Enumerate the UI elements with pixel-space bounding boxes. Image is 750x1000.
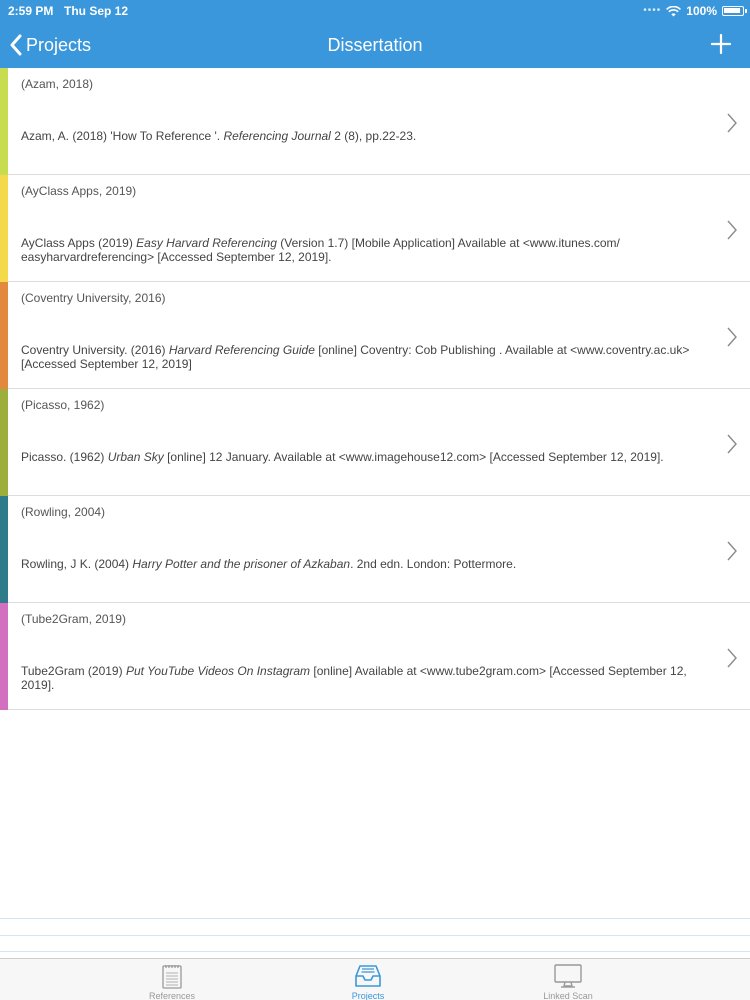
reference-full-citation: Tube2Gram (2019) Put YouTube Videos On I… bbox=[21, 664, 716, 692]
chevron-right-icon bbox=[727, 648, 737, 668]
reference-title: Referencing Journal bbox=[223, 129, 331, 143]
reference-citation-key: (Coventry University, 2016) bbox=[21, 291, 166, 305]
reference-full-citation: AyClass Apps (2019) Easy Harvard Referen… bbox=[21, 236, 716, 264]
status-time: 2:59 PM bbox=[8, 4, 54, 18]
reference-text: Azam, A. (2018) 'How To Reference '. bbox=[21, 129, 224, 143]
back-button[interactable]: Projects bbox=[10, 30, 91, 60]
reference-citation-key: (Azam, 2018) bbox=[21, 77, 94, 91]
ruled-lines bbox=[0, 918, 750, 958]
chevron-right-icon bbox=[727, 434, 737, 454]
monitor-icon bbox=[554, 964, 582, 988]
reference-color-tag bbox=[0, 496, 8, 603]
back-button-label: Projects bbox=[26, 34, 92, 55]
header-bar: 2:59 PM Thu Sep 12 •••• 100% Projects Di… bbox=[0, 0, 750, 68]
reference-title: Easy Harvard Referencing bbox=[136, 236, 277, 250]
chevron-right-icon bbox=[727, 541, 737, 561]
reference-full-citation: Rowling, J K. (2004) Harry Potter and th… bbox=[21, 557, 716, 571]
battery-percent: 100% bbox=[686, 4, 717, 18]
notepad-icon bbox=[162, 965, 182, 989]
reference-full-citation: Picasso. (1962) Urban Sky [online] 12 Ja… bbox=[21, 450, 716, 464]
reference-row[interactable]: (Coventry University, 2016) Coventry Univ… bbox=[0, 282, 750, 389]
reference-citation-key: (Rowling, 2004) bbox=[21, 505, 106, 519]
reference-citation-key: (Tube2Gram, 2019) bbox=[21, 612, 126, 626]
chevron-right-icon bbox=[727, 327, 737, 347]
inbox-tray-icon bbox=[355, 965, 381, 987]
reference-citation-key: (Picasso, 1962) bbox=[21, 398, 105, 412]
tab-label: Linked Scan bbox=[543, 991, 593, 1000]
reference-text: Rowling, J K. (2004) bbox=[21, 557, 133, 571]
reference-row[interactable]: (Azam, 2018) Azam, A. (2018) 'How To Refe… bbox=[0, 68, 750, 175]
reference-text: Coventry University. (2016) bbox=[21, 343, 169, 357]
reference-color-tag bbox=[0, 282, 8, 389]
tab-projects[interactable]: Projects bbox=[308, 961, 428, 1000]
reference-title: Harvard Referencing Guide bbox=[168, 343, 315, 357]
tab-label: Projects bbox=[351, 991, 385, 1000]
battery-icon bbox=[722, 6, 747, 16]
reference-row[interactable]: (Tube2Gram, 2019) Tube2Gram (2019) Put Yo… bbox=[0, 603, 750, 710]
reference-title: Urban Sky bbox=[107, 450, 164, 464]
reference-full-citation: Coventry University. (2016) Harvard Refe… bbox=[21, 343, 716, 371]
reference-text: Tube2Gram (2019) bbox=[21, 664, 126, 678]
add-reference-button[interactable] bbox=[710, 33, 732, 55]
reference-color-tag bbox=[0, 68, 8, 175]
status-indicators: •••• 100% bbox=[643, 0, 747, 22]
chevron-right-icon bbox=[727, 220, 737, 240]
chevron-right-icon bbox=[727, 113, 737, 133]
reference-list: (Azam, 2018) Azam, A. (2018) 'How To Refe… bbox=[0, 68, 750, 710]
reference-row[interactable]: (Picasso, 1962) Picasso. (1962) Urban Sky… bbox=[0, 389, 750, 496]
wifi-icon bbox=[666, 5, 682, 16]
reference-text: . 2nd edn. London: Pottermore. bbox=[350, 557, 517, 571]
reference-text: 2 (8), pp.22-23. bbox=[330, 129, 417, 143]
reference-text: AyClass Apps (2019) bbox=[21, 236, 137, 250]
tab-bar: References Projects Linked Scan bbox=[0, 958, 750, 1000]
tab-linked-scan[interactable]: Linked Scan bbox=[508, 961, 628, 1000]
reference-row[interactable]: (Rowling, 2004) Rowling, J K. (2004) Harr… bbox=[0, 496, 750, 603]
reference-color-tag bbox=[0, 603, 8, 710]
reference-title: Put YouTube Videos On Instagram bbox=[125, 664, 311, 678]
status-date: Thu Sep 12 bbox=[64, 4, 129, 18]
signal-dots-icon: •••• bbox=[643, 5, 662, 16]
reference-row[interactable]: (AyClass Apps, 2019) AyClass Apps (2019) … bbox=[0, 175, 750, 282]
app-screen: 2:59 PM Thu Sep 12 •••• 100% Projects Di… bbox=[0, 0, 750, 1000]
tab-label: References bbox=[148, 991, 196, 1000]
tab-references[interactable]: References bbox=[112, 961, 232, 1000]
reference-citation-key: (AyClass Apps, 2019) bbox=[21, 184, 137, 198]
reference-text: [online] 12 January. Available at <www.i… bbox=[163, 450, 664, 464]
status-bar: 2:59 PM Thu Sep 12 •••• 100% bbox=[0, 0, 750, 22]
reference-title: Harry Potter and the prisoner of Azkaban bbox=[132, 557, 351, 571]
page-title: Dissertation bbox=[327, 35, 423, 55]
plus-icon bbox=[710, 33, 732, 55]
reference-color-tag bbox=[0, 175, 8, 282]
reference-color-tag bbox=[0, 389, 8, 496]
reference-full-citation: Azam, A. (2018) 'How To Reference '. Ref… bbox=[21, 129, 716, 143]
reference-text: Picasso. (1962) bbox=[21, 450, 108, 464]
chevron-left-icon bbox=[10, 34, 22, 56]
battery-level bbox=[724, 8, 740, 13]
